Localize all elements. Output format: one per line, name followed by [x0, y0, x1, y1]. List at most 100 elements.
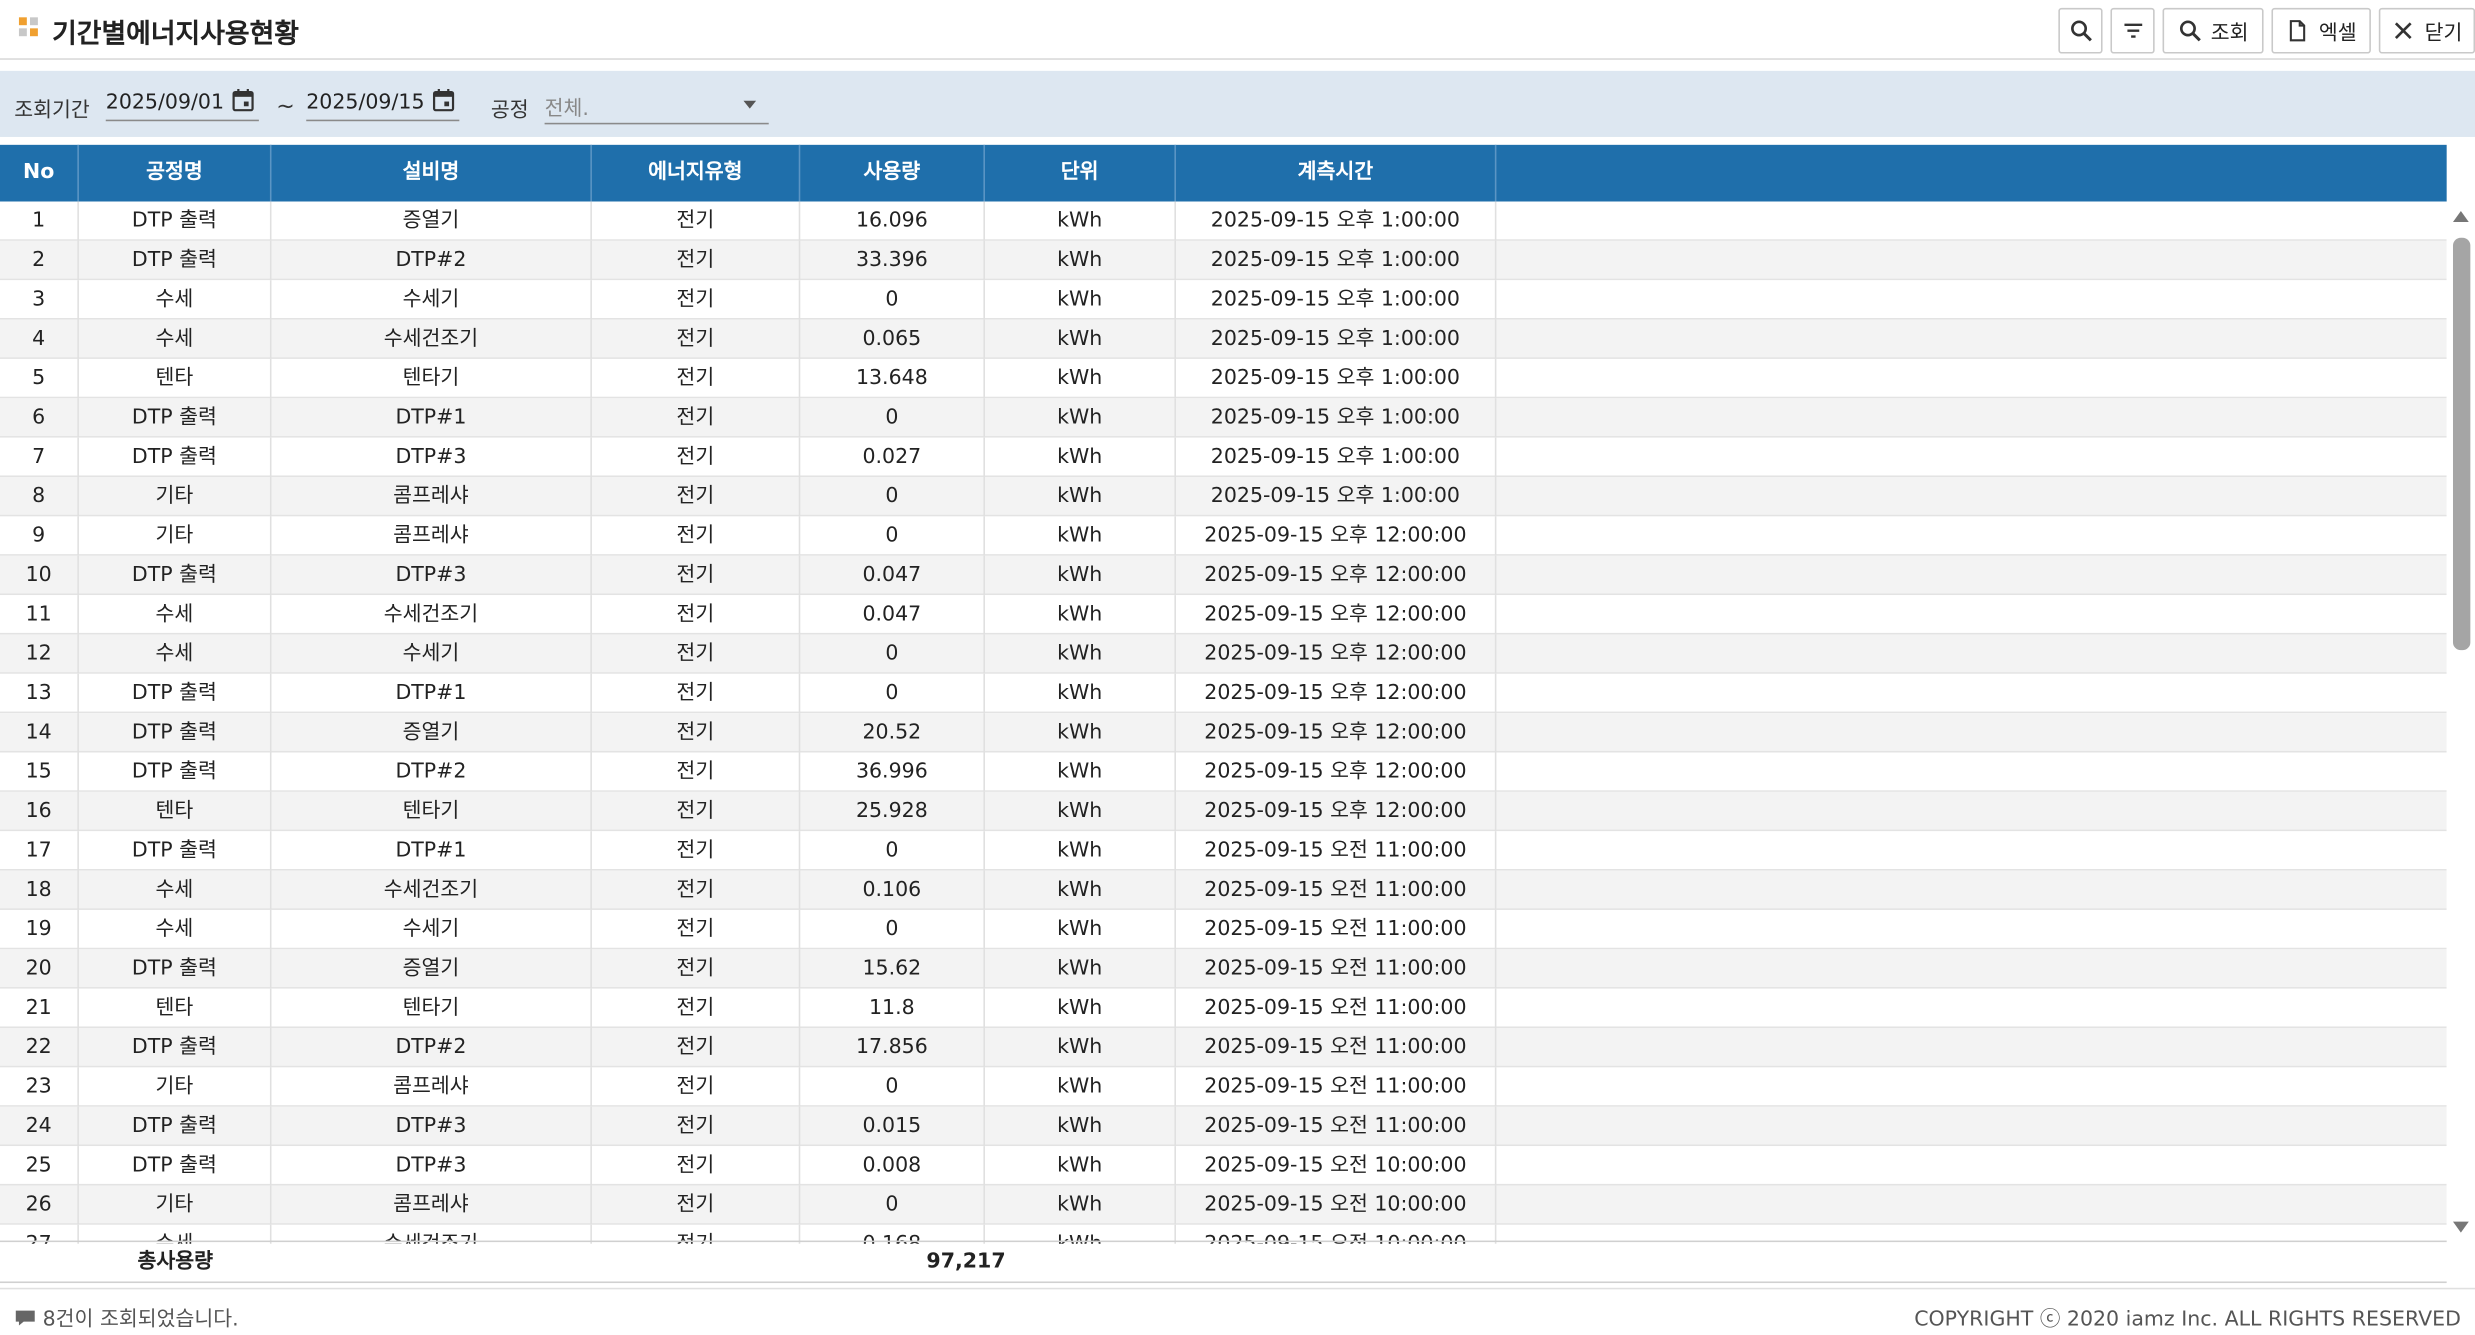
table-row[interactable]: 4 수세 수세건조기 전기 0.065 kWh 2025-09-15 오후 1:00:00	[0, 319, 2447, 359]
period-label: 조회기간	[14, 99, 90, 123]
process-select[interactable]: 전체.	[544, 87, 769, 125]
table-row[interactable]: 8 기타 콤프레샤 전기 0 kWh 2025-09-15 오후 1:00:00	[0, 477, 2447, 517]
cell-no: 18	[0, 870, 79, 910]
header-col-no[interactable]: No	[0, 144, 79, 202]
table-row[interactable]: 10 DTP 출력 DTP#3 전기 0.047 kWh 2025-09-15 오후 12:…	[0, 555, 2447, 596]
cell-usage: 33.396	[800, 240, 985, 281]
cell-unit: kWh	[985, 437, 1176, 478]
cell-no: 21	[0, 988, 79, 1029]
table-row[interactable]: 5 텐타 텐타기 전기 13.648 kWh 2025-09-15 오후 1:00:00	[0, 358, 2447, 399]
table-row[interactable]: 3 수세 수세기 전기 0 kWh 2025-09-15 오후 1:00:00	[0, 280, 2447, 320]
cell-usage: 36.996	[800, 752, 985, 792]
scroll-down-icon[interactable]	[2452, 1221, 2469, 1233]
cell-process: 텐타	[79, 358, 272, 399]
cell-unit: kWh	[985, 791, 1176, 832]
cell-process: DTP 출력	[79, 949, 272, 989]
filter-button[interactable]	[2110, 7, 2155, 54]
header-col-energy-type[interactable]: 에너지유형	[592, 144, 801, 202]
cell-usage: 17.856	[800, 1028, 985, 1068]
table-row[interactable]: 9 기타 콤프레샤 전기 0 kWh 2025-09-15 오후 12:00:00	[0, 516, 2447, 556]
table-row[interactable]: 16 텐타 텐타기 전기 25.928 kWh 2025-09-15 오후 12:00:00	[0, 791, 2447, 832]
cell-no: 26	[0, 1185, 79, 1225]
header-col-unit[interactable]: 단위	[985, 144, 1176, 202]
scrollbar-thumb[interactable]	[2452, 237, 2471, 651]
cell-equipment: 콤프레샤	[272, 477, 592, 517]
header-col-usage[interactable]: 사용량	[800, 144, 985, 202]
cell-measure-time: 2025-09-15 오후 1:00:00	[1176, 240, 1497, 281]
table-row[interactable]: 1 DTP 출력 증열기 전기 16.096 kWh 2025-09-15 오후 1:00:…	[0, 201, 2447, 241]
table-row[interactable]: 12 수세 수세기 전기 0 kWh 2025-09-15 오후 12:00:00	[0, 634, 2447, 674]
summary-total: 97,217	[926, 1249, 1006, 1274]
table-row[interactable]: 2 DTP 출력 DTP#2 전기 33.396 kWh 2025-09-15 오후 1:0…	[0, 240, 2447, 281]
cell-usage: 0	[800, 634, 985, 674]
cell-equipment: DTP#3	[272, 1146, 592, 1186]
date-from-input[interactable]: 2025/09/01	[105, 87, 259, 122]
cell-measure-time: 2025-09-15 오후 1:00:00	[1176, 201, 1497, 241]
calendar-icon[interactable]	[232, 88, 254, 112]
cell-no: 13	[0, 673, 79, 714]
cell-usage: 0	[800, 831, 985, 871]
close-icon	[2394, 22, 2412, 40]
date-from-value: 2025/09/01	[105, 91, 225, 115]
cell-equipment: 콤프레샤	[272, 516, 592, 556]
cell-unit: kWh	[985, 713, 1176, 753]
table-row[interactable]: 24 DTP 출력 DTP#3 전기 0.015 kWh 2025-09-15 오전 11:…	[0, 1106, 2447, 1147]
search-button[interactable]: 조회	[2162, 7, 2264, 54]
cell-unit: kWh	[985, 240, 1176, 281]
table-row[interactable]: 17 DTP 출력 DTP#1 전기 0 kWh 2025-09-15 오전 11:00:0…	[0, 831, 2447, 871]
cell-process: DTP 출력	[79, 201, 272, 241]
page-title: 기간별에너지사용현황	[52, 18, 299, 51]
table-row[interactable]: 26 기타 콤프레샤 전기 0 kWh 2025-09-15 오전 10:00:00	[0, 1185, 2447, 1225]
cell-equipment: 수세기	[272, 634, 592, 674]
header-col-process[interactable]: 공정명	[79, 144, 272, 202]
table-row[interactable]: 6 DTP 출력 DTP#1 전기 0 kWh 2025-09-15 오후 1:00:00	[0, 398, 2447, 438]
cell-no: 5	[0, 358, 79, 399]
cell-process: DTP 출력	[79, 831, 272, 871]
cell-energy-type: 전기	[592, 280, 801, 320]
cell-no: 8	[0, 477, 79, 517]
table-row[interactable]: 22 DTP 출력 DTP#2 전기 17.856 kWh 2025-09-15 오전 11…	[0, 1028, 2447, 1068]
copyright-text: COPYRIGHT ⓒ 2020 iamz Inc. ALL RIGHTS RE…	[1914, 1308, 2461, 1332]
table-row[interactable]: 19 수세 수세기 전기 0 kWh 2025-09-15 오전 11:00:00	[0, 909, 2447, 950]
table-row[interactable]: 13 DTP 출력 DTP#1 전기 0 kWh 2025-09-15 오후 12:00:0…	[0, 673, 2447, 714]
cell-no: 17	[0, 831, 79, 871]
cell-energy-type: 전기	[592, 909, 801, 950]
table-row[interactable]: 21 텐타 텐타기 전기 11.8 kWh 2025-09-15 오전 11:00:00	[0, 988, 2447, 1029]
calendar-icon[interactable]	[432, 88, 455, 112]
scroll-up-icon[interactable]	[2452, 210, 2469, 222]
cell-equipment: 증열기	[272, 201, 592, 241]
table-row[interactable]: 25 DTP 출력 DTP#3 전기 0.008 kWh 2025-09-15 오전 10:…	[0, 1146, 2447, 1186]
table-row[interactable]: 14 DTP 출력 증열기 전기 20.52 kWh 2025-09-15 오후 12:00…	[0, 713, 2447, 753]
table-row[interactable]: 20 DTP 출력 증열기 전기 15.62 kWh 2025-09-15 오전 11:00…	[0, 949, 2447, 989]
cell-unit: kWh	[985, 1067, 1176, 1107]
cell-process: DTP 출력	[79, 1028, 272, 1068]
date-to-input[interactable]: 2025/09/15	[306, 87, 460, 122]
close-button[interactable]: 닫기	[2378, 7, 2475, 54]
cell-equipment: 수세건조기	[272, 319, 592, 359]
table-row[interactable]: 7 DTP 출력 DTP#3 전기 0.027 kWh 2025-09-15 오후 1:00…	[0, 437, 2447, 478]
excel-button-label: 엑셀	[2318, 20, 2357, 45]
cell-measure-time: 2025-09-15 오전 11:00:00	[1176, 1106, 1497, 1147]
cell-process: DTP 출력	[79, 437, 272, 478]
excel-button[interactable]: 엑셀	[2271, 7, 2371, 54]
vertical-scrollbar[interactable]	[2448, 201, 2475, 1244]
header-col-equipment[interactable]: 설비명	[272, 144, 592, 202]
cell-measure-time: 2025-09-15 오후 1:00:00	[1176, 398, 1497, 438]
cell-equipment: 콤프레샤	[272, 1067, 592, 1107]
table-row[interactable]: 11 수세 수세건조기 전기 0.047 kWh 2025-09-15 오후 12:00:0…	[0, 595, 2447, 635]
cell-energy-type: 전기	[592, 988, 801, 1029]
cell-usage: 0.047	[800, 595, 985, 635]
cell-usage: 0.065	[800, 319, 985, 359]
cell-usage: 0.027	[800, 437, 985, 478]
table-row[interactable]: 15 DTP 출력 DTP#2 전기 36.996 kWh 2025-09-15 오후 12…	[0, 752, 2447, 792]
quick-search-button[interactable]	[2058, 7, 2103, 54]
cell-equipment: DTP#1	[272, 673, 592, 714]
table-row[interactable]: 23 기타 콤프레샤 전기 0 kWh 2025-09-15 오전 11:00:00	[0, 1067, 2447, 1107]
chat-bubble-icon	[15, 1309, 35, 1325]
cell-measure-time: 2025-09-15 오전 11:00:00	[1176, 1067, 1497, 1107]
cell-equipment: DTP#3	[272, 437, 592, 478]
cell-equipment: DTP#3	[272, 1106, 592, 1147]
cell-energy-type: 전기	[592, 398, 801, 438]
header-col-measure-time[interactable]: 계측시간	[1176, 144, 1497, 202]
table-row[interactable]: 18 수세 수세건조기 전기 0.106 kWh 2025-09-15 오전 11:00:0…	[0, 870, 2447, 910]
